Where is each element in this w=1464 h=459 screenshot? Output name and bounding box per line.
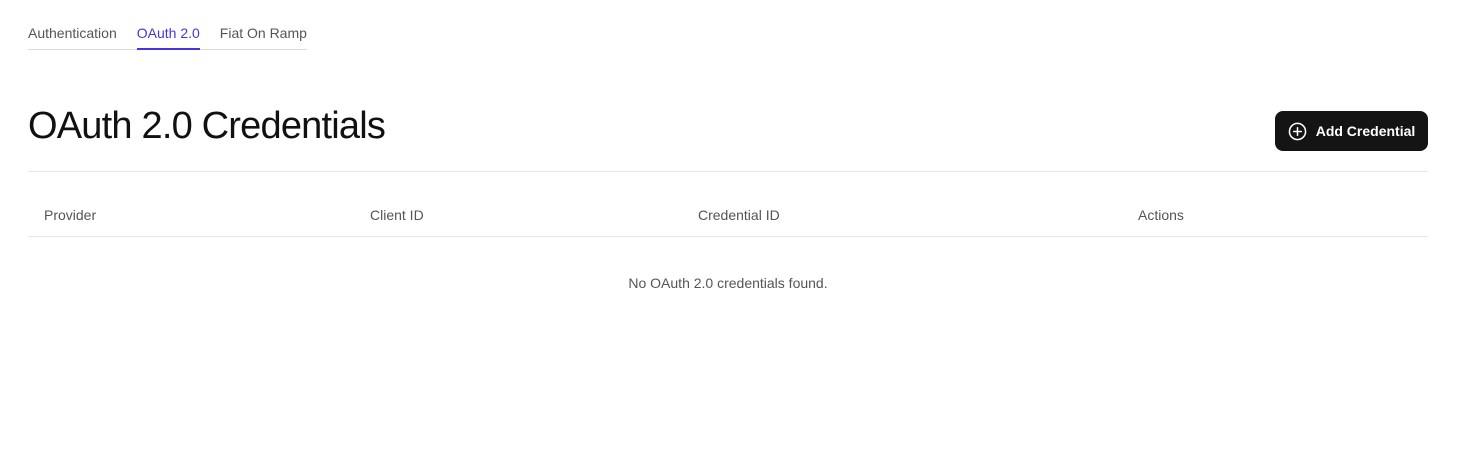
add-credential-label: Add Credential xyxy=(1315,123,1416,139)
header-divider xyxy=(28,171,1428,172)
tab-bar: Authentication OAuth 2.0 Fiat On Ramp xyxy=(28,21,307,50)
plus-circle-icon xyxy=(1288,122,1307,141)
column-header-provider: Provider xyxy=(44,207,97,223)
page-title: OAuth 2.0 Credentials xyxy=(28,105,386,147)
table-header: Provider Client ID Credential ID Actions xyxy=(28,196,1428,237)
add-credential-button[interactable]: Add Credential xyxy=(1275,111,1428,151)
tab-authentication[interactable]: Authentication xyxy=(28,21,117,49)
tab-oauth-2-0[interactable]: OAuth 2.0 xyxy=(136,21,200,50)
column-header-credential-id: Credential ID xyxy=(698,207,780,223)
tab-fiat-on-ramp[interactable]: Fiat On Ramp xyxy=(220,21,307,49)
column-header-client-id: Client ID xyxy=(370,207,424,223)
empty-state-message: No OAuth 2.0 credentials found. xyxy=(628,275,828,291)
column-header-actions: Actions xyxy=(1138,207,1184,223)
credentials-table: Provider Client ID Credential ID Actions… xyxy=(28,196,1428,291)
